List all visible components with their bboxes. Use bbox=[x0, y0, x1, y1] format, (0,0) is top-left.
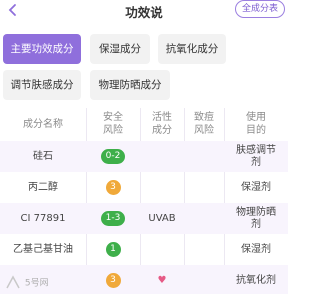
ingredient-name: 硅石 bbox=[33, 151, 53, 162]
ingredient-name: 丙二醇 bbox=[28, 182, 58, 193]
ingredient-name: CI 77891 bbox=[20, 213, 66, 224]
table-row[interactable]: 乙基己基甘油 1 保湿剂 bbox=[0, 234, 288, 265]
purpose-cell: 肤感调节 剂 bbox=[236, 145, 276, 168]
tab-skin-feel[interactable]: 调节肤感成分 bbox=[3, 70, 81, 100]
safety-badge: 0-2 bbox=[100, 148, 126, 164]
all-ingredients-button[interactable]: 全成分表 bbox=[234, 0, 285, 18]
safety-cell: 1 bbox=[86, 234, 140, 265]
header-purpose: 使用 目的 bbox=[246, 112, 266, 136]
header-name: 成分名称 bbox=[23, 119, 63, 130]
safety-badge: 1 bbox=[105, 241, 121, 257]
tab-moisturizing[interactable]: 保湿成分 bbox=[90, 34, 150, 64]
active-cell: ♥ bbox=[140, 265, 184, 294]
heart-icon: ♥ bbox=[157, 275, 167, 286]
watermark-text: 5号网 bbox=[24, 278, 49, 289]
watermark: 5号网 bbox=[4, 274, 49, 292]
safety-cell: 0-2 bbox=[86, 141, 140, 172]
purpose-cell: 保湿剂 bbox=[241, 244, 271, 255]
table-row[interactable]: CI 77891 1-3 UVAB 物理防晒 剂 bbox=[0, 203, 288, 234]
table-header: 成分名称 安全 风险 活性 成分 致痘 风险 使用 目的 bbox=[0, 108, 288, 141]
table-row[interactable]: 硅石 0-2 肤感调节 剂 bbox=[0, 141, 288, 172]
purpose-cell: 物理防晒 剂 bbox=[236, 207, 276, 230]
tab-antioxidant[interactable]: 抗氧化成分 bbox=[158, 34, 226, 64]
ingredient-name: 乙基己基甘油 bbox=[13, 244, 73, 255]
header: 功效说 全成分表 bbox=[0, 0, 288, 22]
safety-badge: 1-3 bbox=[100, 210, 126, 226]
safety-cell: 1-3 bbox=[86, 203, 140, 234]
safety-cell: 3 bbox=[86, 172, 140, 203]
header-safety: 安全 风险 bbox=[103, 112, 123, 136]
header-acne: 致痘 风险 bbox=[194, 112, 214, 136]
watermark-logo-icon bbox=[6, 275, 20, 289]
safety-badge: 3 bbox=[105, 272, 121, 288]
ingredient-table: 成分名称 安全 风险 活性 成分 致痘 风险 使用 目的 硅石 0-2 肤感调节… bbox=[0, 108, 288, 294]
active-cell: UVAB bbox=[148, 213, 176, 224]
header-active: 活性 成分 bbox=[152, 112, 172, 136]
safety-cell: 3 bbox=[86, 265, 140, 294]
purpose-cell: 抗氧化剂 bbox=[236, 275, 276, 286]
tab-main-effect[interactable]: 主要功效成分 bbox=[3, 34, 81, 64]
table-row[interactable]: 丙二醇 3 保湿剂 bbox=[0, 172, 288, 203]
tab-physical-sunscreen[interactable]: 物理防晒成分 bbox=[90, 70, 170, 100]
safety-badge: 3 bbox=[105, 179, 121, 195]
purpose-cell: 保湿剂 bbox=[241, 182, 271, 193]
